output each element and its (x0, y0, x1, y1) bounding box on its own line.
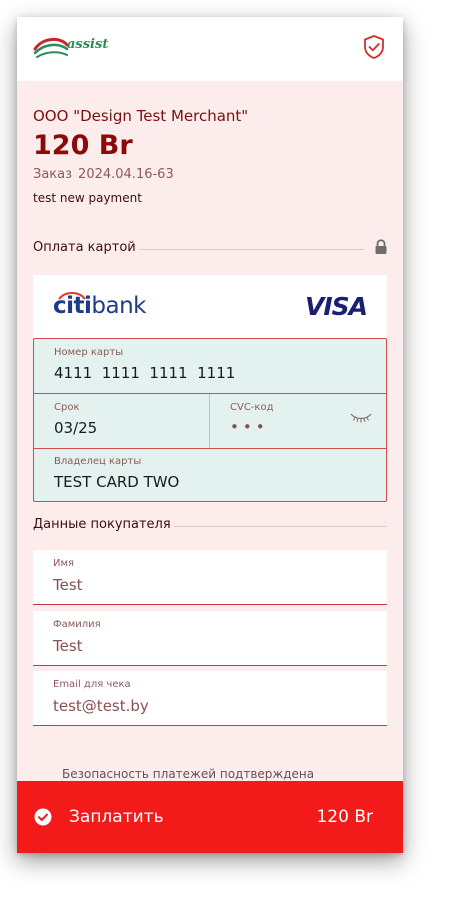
pay-button-amount: 120 Br (316, 807, 373, 827)
last-name-value[interactable]: Test (53, 637, 83, 655)
card-number-value[interactable]: 4111 1111 1111 1111 (54, 364, 235, 382)
merchant-name: ООО "Design Test Merchant" (33, 107, 249, 125)
pay-button[interactable]: Заплатить 120 Br (17, 781, 403, 853)
cvc-label: CVC-код (230, 402, 274, 413)
buyer-section-title: Данные покупателя (33, 517, 171, 532)
bank-logo-suffix: bank (91, 293, 146, 319)
first-name-label: Имя (53, 558, 75, 569)
eye-closed-icon[interactable] (350, 412, 372, 424)
email-label: Email для чека (53, 679, 131, 690)
logo-text: assist (67, 37, 109, 52)
shield-check-icon (364, 35, 384, 59)
order-amount: 120 Br (33, 130, 133, 161)
order-info: Заказ 2024.04.16-63 (33, 167, 174, 182)
order-description: test new payment (33, 191, 142, 205)
card-holder-label: Владелец карты (54, 456, 142, 467)
email-value[interactable]: test@test.by (53, 697, 149, 715)
bank-logo-prefix: citi (53, 293, 92, 319)
card-number-label: Номер карты (54, 347, 124, 358)
card-expiry-cvc-row: Срок 03/25 CVC-код ••• (34, 394, 386, 449)
payment-frame: assist ООО "Design Test Merchant" 120 Br… (17, 17, 403, 853)
last-name-field[interactable]: Фамилия Test (33, 611, 387, 666)
lock-icon (375, 239, 387, 254)
first-name-value[interactable]: Test (53, 576, 83, 594)
card-network-logo: VISA (304, 292, 368, 321)
card-fields: Номер карты 4111 1111 1111 1111 Срок 03/… (33, 338, 387, 502)
field-divider (209, 394, 210, 448)
order-label: Заказ (33, 167, 73, 182)
expiry-value[interactable]: 03/25 (54, 419, 97, 437)
bank-logo: citibank (53, 293, 146, 319)
pay-button-label: Заплатить (69, 807, 164, 827)
check-circle-icon (34, 808, 52, 826)
cvc-value[interactable]: ••• (230, 418, 269, 436)
first-name-field[interactable]: Имя Test (33, 550, 387, 605)
security-note: Безопасность платежей подтверждена (62, 767, 315, 781)
email-field[interactable]: Email для чека test@test.by (33, 671, 387, 726)
card-section-title: Оплата картой (33, 240, 136, 255)
card-form: citibank VISA Номер карты 4111 1111 1111… (33, 275, 387, 502)
card-number-field[interactable]: Номер карты 4111 1111 1111 1111 (34, 339, 386, 394)
card-holder-field[interactable]: Владелец карты TEST CARD TWO (34, 449, 386, 501)
header: assist (17, 17, 403, 81)
section-divider (174, 526, 387, 527)
order-number: 2024.04.16-63 (78, 167, 174, 182)
expiry-label: Срок (54, 402, 80, 413)
section-divider (139, 249, 364, 250)
card-holder-value[interactable]: TEST CARD TWO (54, 473, 179, 491)
last-name-label: Фамилия (53, 619, 101, 630)
